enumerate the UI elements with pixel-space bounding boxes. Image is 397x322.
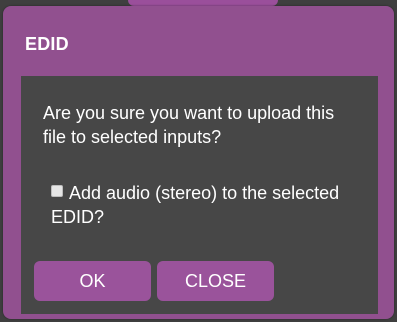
add-audio-checkbox[interactable] [51,185,63,197]
dialog-body: Are you sure you want to upload this fil… [21,76,378,314]
close-button[interactable]: CLOSE [157,261,274,301]
add-audio-option[interactable]: Add audio (stereo) to the selected EDID? [51,181,351,229]
dialog-title: EDID [25,34,69,54]
edid-upload-dialog: EDID Are you sure you want to upload thi… [3,6,394,319]
confirmation-message: Are you sure you want to upload this fil… [43,103,335,147]
add-audio-label: Add audio (stereo) to the selected EDID? [51,183,340,227]
ok-button[interactable]: OK [34,261,151,301]
